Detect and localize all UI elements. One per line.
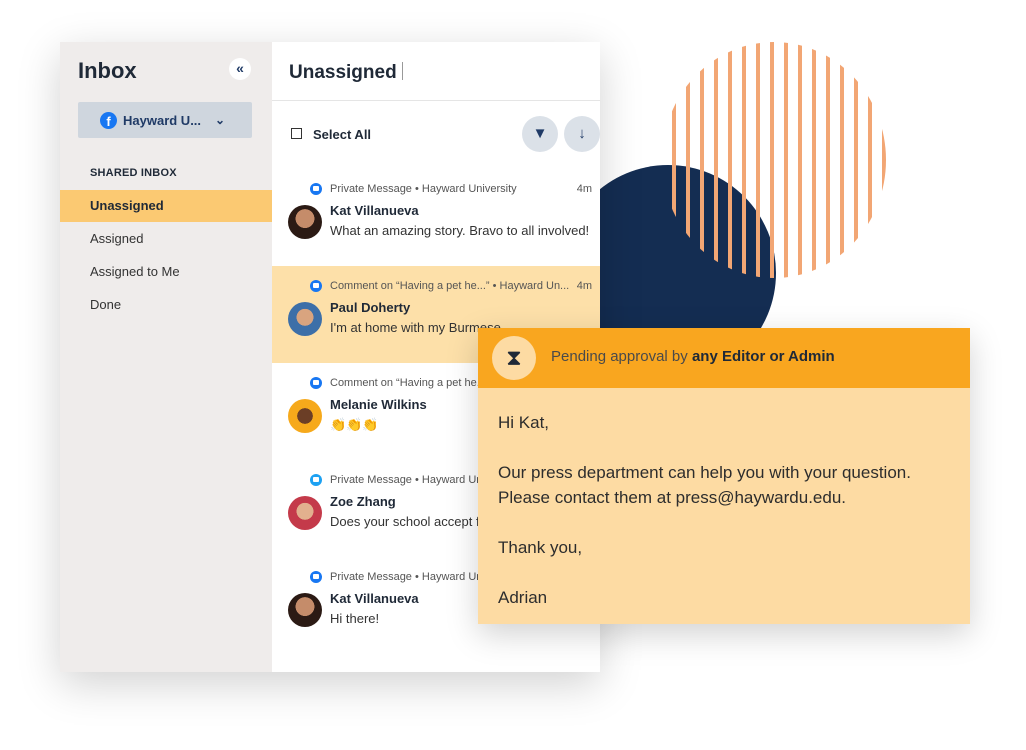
facebook-messenger-icon [310, 280, 322, 292]
sender-name: Zoe Zhang [330, 494, 396, 509]
sender-name: Kat Villanueva [330, 203, 419, 218]
arrow-down-icon: ↓ [578, 125, 586, 142]
twitter-icon [310, 474, 322, 486]
avatar [288, 302, 322, 336]
message-preview: I'm at home with my Burmese [330, 320, 501, 335]
message-preview: 👏👏👏 [330, 417, 379, 432]
message-preview: Does your school accept for [330, 514, 492, 529]
sidebar-item-assigned-to-me[interactable]: Assigned to Me [60, 256, 272, 288]
facebook-messenger-icon [310, 377, 322, 389]
signature: Adrian [498, 588, 548, 607]
message-time: 4m [576, 280, 592, 292]
reply-line-2: Please contact them at press@haywardu.ed… [498, 488, 847, 507]
sender-name: Melanie Wilkins [330, 397, 427, 412]
message-meta: Comment on “Having a pet he...” • Haywar… [330, 280, 570, 292]
message-meta: Private Message • Hayward Uni [330, 474, 485, 486]
sender-name: Kat Villanueva [330, 591, 419, 606]
filter-icon: ▼ [532, 125, 548, 142]
message-preview: Hi there! [330, 611, 380, 626]
decorative-striped-circle [662, 42, 886, 278]
account-label: Hayward U... [123, 112, 202, 128]
account-selector[interactable]: f Hayward U... ⌄ [78, 102, 252, 138]
message-preview: What an amazing story. Bravo to all invo… [330, 223, 590, 238]
facebook-messenger-icon [310, 571, 322, 583]
list-item[interactable]: Private Message • Hayward University 4m … [272, 169, 600, 266]
collapse-sidebar-icon[interactable]: « [229, 58, 251, 80]
sender-name: Paul Doherty [330, 300, 411, 315]
sidebar-item-done[interactable]: Done [60, 289, 272, 321]
avatar [288, 593, 322, 627]
chevron-down-icon: ⌄ [215, 113, 226, 127]
approval-card: ⧗ Pending approval by any Editor or Admi… [478, 328, 970, 624]
sidebar-item-unassigned[interactable]: Unassigned [60, 190, 272, 222]
message-meta: Comment on “Having a pet he... [330, 377, 486, 389]
greeting: Hi Kat, [498, 413, 550, 432]
draft-reply: Hi Kat, Our press department can help yo… [498, 410, 911, 610]
hourglass-icon: ⧗ [492, 336, 536, 380]
pending-prefix: Pending approval by [551, 348, 692, 365]
pending-approval-text: Pending approval by any Editor or Admin [551, 348, 835, 365]
avatar [288, 399, 322, 433]
panel-header: Unassigned [272, 42, 600, 101]
sort-button[interactable]: ↓ [564, 116, 600, 152]
reply-line-1: Our press department can help you with y… [498, 463, 911, 482]
approval-header: ⧗ Pending approval by any Editor or Admi… [478, 328, 970, 388]
select-all-label[interactable]: Select All [313, 127, 371, 142]
pending-approver: any Editor or Admin [691, 348, 835, 365]
select-all-checkbox[interactable] [291, 128, 302, 139]
filter-button[interactable]: ▼ [522, 116, 558, 152]
title-divider [402, 62, 403, 80]
avatar [288, 496, 322, 530]
section-label-shared-inbox: SHARED INBOX [90, 167, 177, 179]
sidebar: Inbox « f Hayward U... ⌄ SHARED INBOX Un… [60, 42, 272, 672]
message-time: 4m [576, 183, 592, 195]
page-title: Unassigned [289, 62, 397, 83]
inbox-title: Inbox [78, 58, 137, 83]
avatar [288, 205, 322, 239]
message-meta: Private Message • Hayward University [330, 183, 517, 195]
closing: Thank you, [498, 538, 583, 557]
facebook-messenger-icon [310, 183, 322, 195]
facebook-icon: f [100, 111, 117, 129]
message-meta: Private Message • Hayward Uni [330, 571, 485, 583]
sidebar-item-assigned[interactable]: Assigned [60, 223, 272, 255]
